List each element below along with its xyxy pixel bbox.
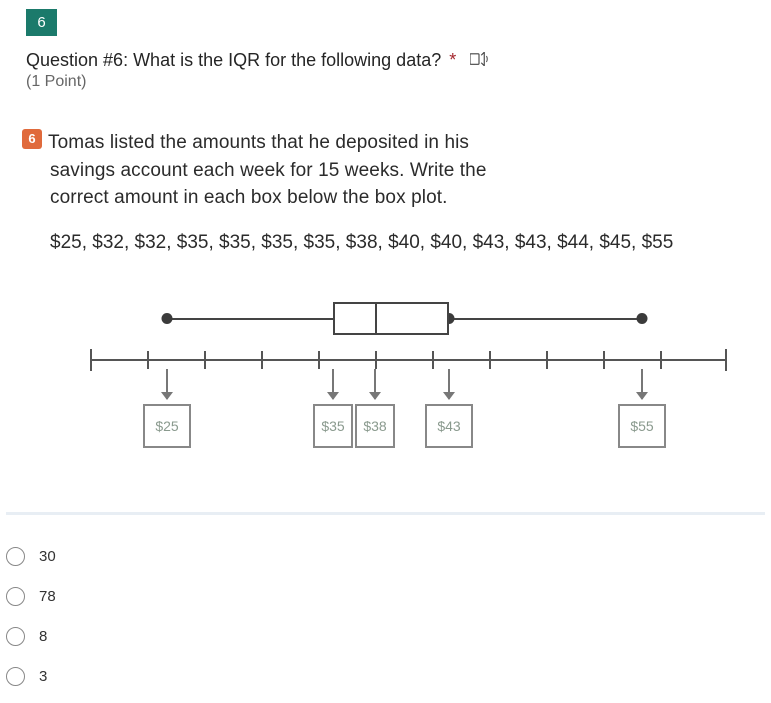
arrow-down-icon (166, 369, 168, 399)
axis-tick (603, 351, 605, 369)
axis-tick (489, 351, 491, 369)
axis-tick (147, 351, 149, 369)
option-label: 3 (39, 668, 47, 685)
question-title: Question #6: What is the IQR for the fol… (26, 50, 441, 71)
max-dot (637, 313, 648, 324)
axis-tick (261, 351, 263, 369)
question-title-row: Question #6: What is the IQR for the fol… (26, 50, 745, 71)
answer-options: 30 78 8 3 (0, 515, 771, 703)
arrow-down-icon (448, 369, 450, 399)
radio-icon[interactable] (6, 667, 25, 686)
radio-icon[interactable] (6, 587, 25, 606)
box-plot: $25 $35 $38 $43 $55 (32, 304, 739, 484)
arrow-down-icon (374, 369, 376, 399)
value-box-median: $38 (355, 404, 395, 448)
axis-end-left (90, 349, 92, 371)
inner-question-number: 6 (22, 129, 42, 149)
axis-tick (660, 351, 662, 369)
question-number-badge: 6 (26, 9, 57, 36)
option-label: 8 (39, 628, 47, 645)
whisker-right (449, 318, 642, 320)
question-header: 6 Question #6: What is the IQR for the f… (0, 0, 771, 105)
axis-tick (546, 351, 548, 369)
axis-tick (432, 351, 434, 369)
arrow-down-icon (332, 369, 334, 399)
radio-icon[interactable] (6, 547, 25, 566)
value-box-q3: $43 (425, 404, 473, 448)
points-label: (1 Point) (26, 73, 745, 91)
option-8[interactable]: 8 (6, 617, 765, 657)
option-label: 78 (39, 588, 56, 605)
value-box-max: $55 (618, 404, 666, 448)
axis-tick (318, 351, 320, 369)
axis-end-right (725, 349, 727, 371)
iqr-box (333, 302, 449, 335)
prompt-line-1: Tomas listed the amounts that he deposit… (48, 132, 469, 153)
min-dot (162, 313, 173, 324)
prompt-line-2: savings account each week for 15 weeks. … (50, 157, 749, 185)
option-30[interactable]: 30 (6, 537, 765, 577)
axis-tick (204, 351, 206, 369)
radio-icon[interactable] (6, 627, 25, 646)
prompt-line-3: correct amount in each box below the box… (50, 184, 749, 212)
value-box-q1: $35 (313, 404, 353, 448)
option-78[interactable]: 78 (6, 577, 765, 617)
value-box-min: $25 (143, 404, 191, 448)
whisker-left (167, 318, 333, 320)
number-line-axis (90, 359, 727, 361)
data-values-list: $25, $32, $32, $35, $35, $35, $35, $38, … (22, 232, 749, 254)
axis-tick (375, 351, 377, 369)
option-label: 30 (39, 548, 56, 565)
arrow-down-icon (641, 369, 643, 399)
immersive-reader-icon[interactable] (470, 50, 488, 71)
median-line (375, 302, 377, 335)
required-asterisk: * (449, 50, 456, 71)
question-content-image: 6 Tomas listed the amounts that he deposi… (6, 115, 765, 515)
option-3[interactable]: 3 (6, 657, 765, 697)
